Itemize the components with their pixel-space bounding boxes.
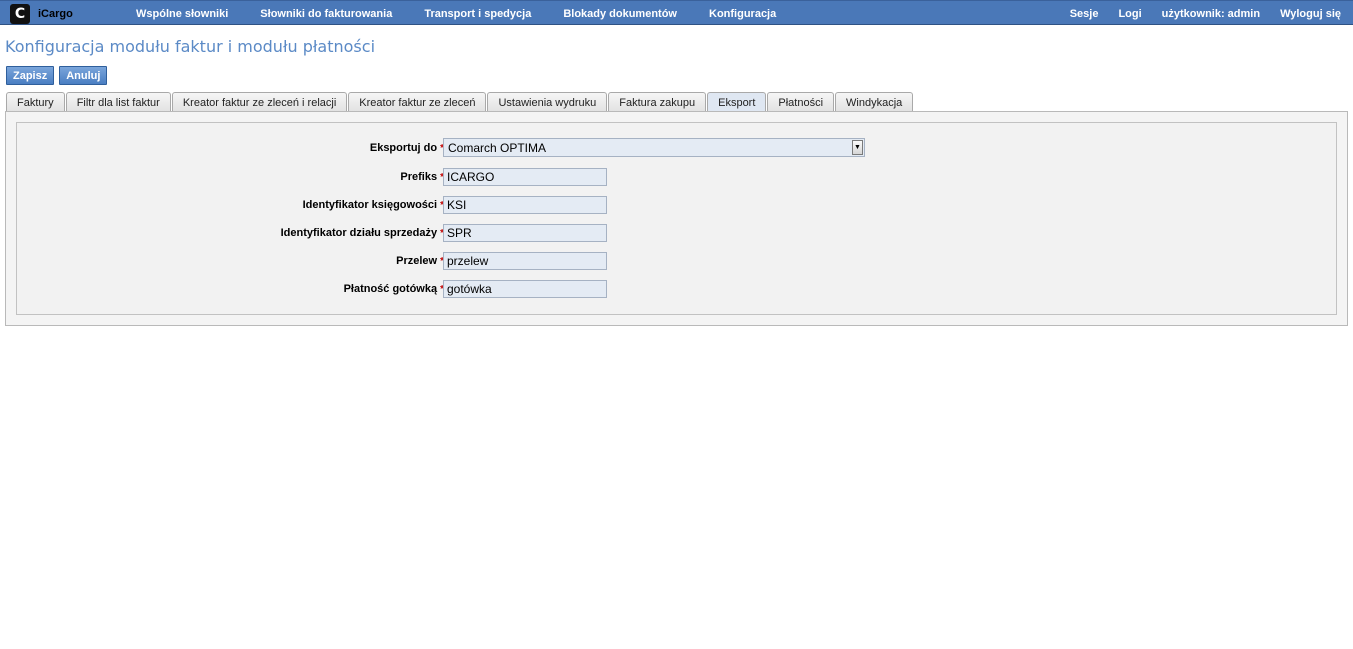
export-to-label: Eksportuj do bbox=[369, 142, 438, 154]
app-name: iCargo bbox=[38, 7, 73, 20]
action-toolbar: Zapisz Anuluj bbox=[6, 66, 108, 85]
sales-id-input[interactable] bbox=[443, 224, 607, 242]
menu-slowniki-do-fakturowania[interactable]: Słowniki do fakturowania bbox=[244, 8, 408, 20]
tab-eksport[interactable]: Eksport bbox=[707, 92, 767, 112]
prefix-input[interactable] bbox=[443, 168, 607, 186]
current-user: użytkownik: admin bbox=[1161, 7, 1261, 20]
menu-wspolne-slowniki[interactable]: Wspólne słowniki bbox=[120, 8, 244, 20]
prefix-label: Prefiks bbox=[400, 171, 438, 183]
cash-label: Płatność gotówką bbox=[343, 283, 438, 295]
accounting-id-label: Identyfikator księgowości bbox=[302, 199, 438, 211]
top-navigation-bar: C iCargo Wspólne słowniki Słowniki do fa… bbox=[0, 0, 1353, 25]
export-to-selected-value: Comarch OPTIMA bbox=[448, 140, 547, 155]
tab-platnosci[interactable]: Płatności bbox=[767, 92, 835, 112]
tab-kreator-faktur-ze-zlecen-i-relacji[interactable]: Kreator faktur ze zleceń i relacji bbox=[171, 92, 348, 112]
chevron-down-icon[interactable]: ▼ bbox=[852, 140, 863, 155]
form-row-sales-id: Identyfikator działu sprzedaży * bbox=[17, 223, 1336, 243]
menu-transport-i-spedycja[interactable]: Transport i spedycja bbox=[408, 8, 547, 20]
icargo-logo-icon: C bbox=[10, 3, 30, 24]
tab-windykacja[interactable]: Windykacja bbox=[835, 92, 914, 112]
logout-link[interactable]: Wyloguj się bbox=[1270, 8, 1341, 20]
user-menu: Sesje Logi użytkownik: admin Wyloguj się bbox=[1060, 1, 1341, 26]
form-row-accounting-id: Identyfikator księgowości * bbox=[17, 195, 1336, 215]
page-title: Konfiguracja modułu faktur i modułu płat… bbox=[5, 37, 376, 56]
app-logo[interactable]: C iCargo bbox=[10, 1, 73, 26]
transfer-input[interactable] bbox=[443, 252, 607, 270]
sessions-link[interactable]: Sesje bbox=[1060, 8, 1109, 20]
menu-blokady-dokumentow[interactable]: Blokady dokumentów bbox=[547, 8, 693, 20]
tab-kreator-faktur-ze-zlecen[interactable]: Kreator faktur ze zleceń bbox=[348, 92, 487, 112]
tab-faktury[interactable]: Faktury bbox=[6, 92, 65, 112]
tab-filtr-dla-list-faktur[interactable]: Filtr dla list faktur bbox=[65, 92, 171, 112]
logs-link[interactable]: Logi bbox=[1108, 8, 1151, 20]
main-menu: Wspólne słowniki Słowniki do fakturowani… bbox=[120, 1, 792, 26]
tab-panel: Eksportuj do * Comarch OPTIMA ▼ Prefiks … bbox=[5, 111, 1348, 326]
save-button[interactable]: Zapisz bbox=[6, 66, 55, 85]
accounting-id-input[interactable] bbox=[443, 196, 607, 214]
transfer-label: Przelew bbox=[396, 255, 438, 267]
menu-konfiguracja[interactable]: Konfiguracja bbox=[693, 8, 792, 20]
config-tabs: Faktury Filtr dla list faktur Kreator fa… bbox=[6, 92, 914, 112]
form-row-cash: Płatność gotówką * bbox=[17, 279, 1336, 299]
cancel-button[interactable]: Anuluj bbox=[59, 66, 108, 85]
form-row-export-to: Eksportuj do * Comarch OPTIMA ▼ bbox=[17, 138, 1336, 158]
form-row-transfer: Przelew * bbox=[17, 251, 1336, 271]
export-to-select[interactable]: Comarch OPTIMA ▼ bbox=[443, 138, 865, 157]
sales-id-label: Identyfikator działu sprzedaży bbox=[280, 227, 438, 239]
tab-ustawienia-wydruku[interactable]: Ustawienia wydruku bbox=[487, 92, 608, 112]
cash-input[interactable] bbox=[443, 280, 607, 298]
tab-faktura-zakupu[interactable]: Faktura zakupu bbox=[608, 92, 707, 112]
form-row-prefix: Prefiks * bbox=[17, 167, 1336, 187]
export-settings-form: Eksportuj do * Comarch OPTIMA ▼ Prefiks … bbox=[16, 122, 1337, 315]
